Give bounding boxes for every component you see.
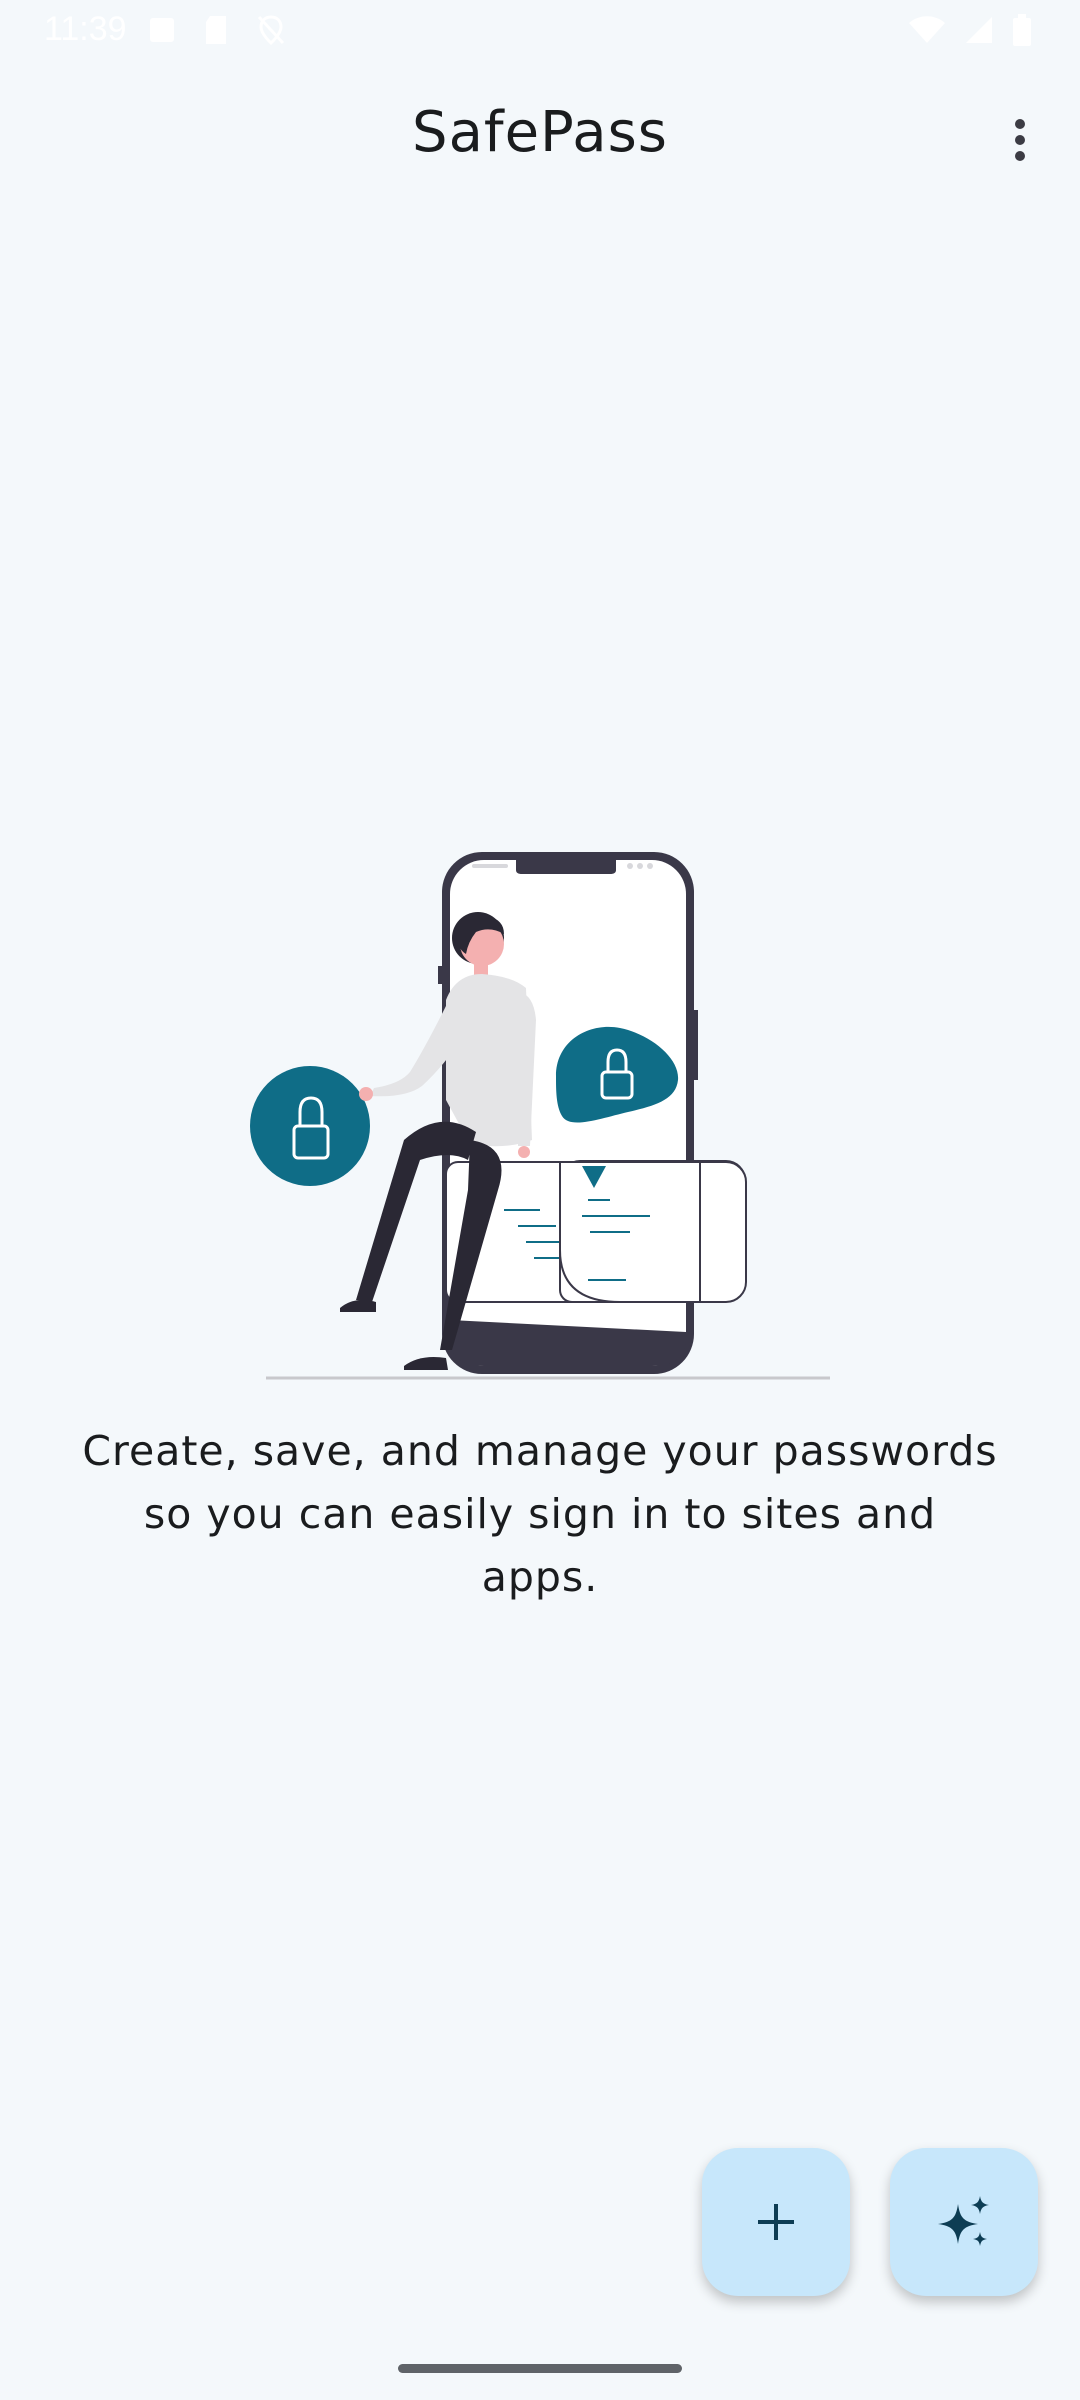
app-title: SafePass xyxy=(412,100,668,165)
wifi-icon xyxy=(909,16,945,43)
app-bar: SafePass xyxy=(0,80,1080,200)
plus-icon xyxy=(758,2204,794,2240)
add-password-button[interactable] xyxy=(702,2148,850,2296)
location-off-icon xyxy=(257,15,285,46)
battery-icon xyxy=(1013,14,1031,46)
status-time: 11:39 xyxy=(44,10,127,48)
generate-password-button[interactable] xyxy=(890,2148,1038,2296)
empty-state-message: Create, save, and manage your passwords … xyxy=(82,1427,998,1601)
gesture-navigation-bar[interactable] xyxy=(398,2364,682,2373)
autofill-icon xyxy=(150,18,174,42)
more-vert-icon xyxy=(1015,119,1025,161)
overflow-menu-button[interactable] xyxy=(984,104,1056,176)
status-icons-right xyxy=(908,14,1032,46)
empty-state-illustration xyxy=(250,852,830,1380)
signal-icon xyxy=(966,17,992,43)
sd-card-icon xyxy=(206,16,226,44)
sparkle-icon xyxy=(938,2196,989,2246)
status-bar: 11:39 xyxy=(0,0,1080,62)
status-icons-left xyxy=(148,14,286,46)
phone-notch xyxy=(516,860,616,874)
